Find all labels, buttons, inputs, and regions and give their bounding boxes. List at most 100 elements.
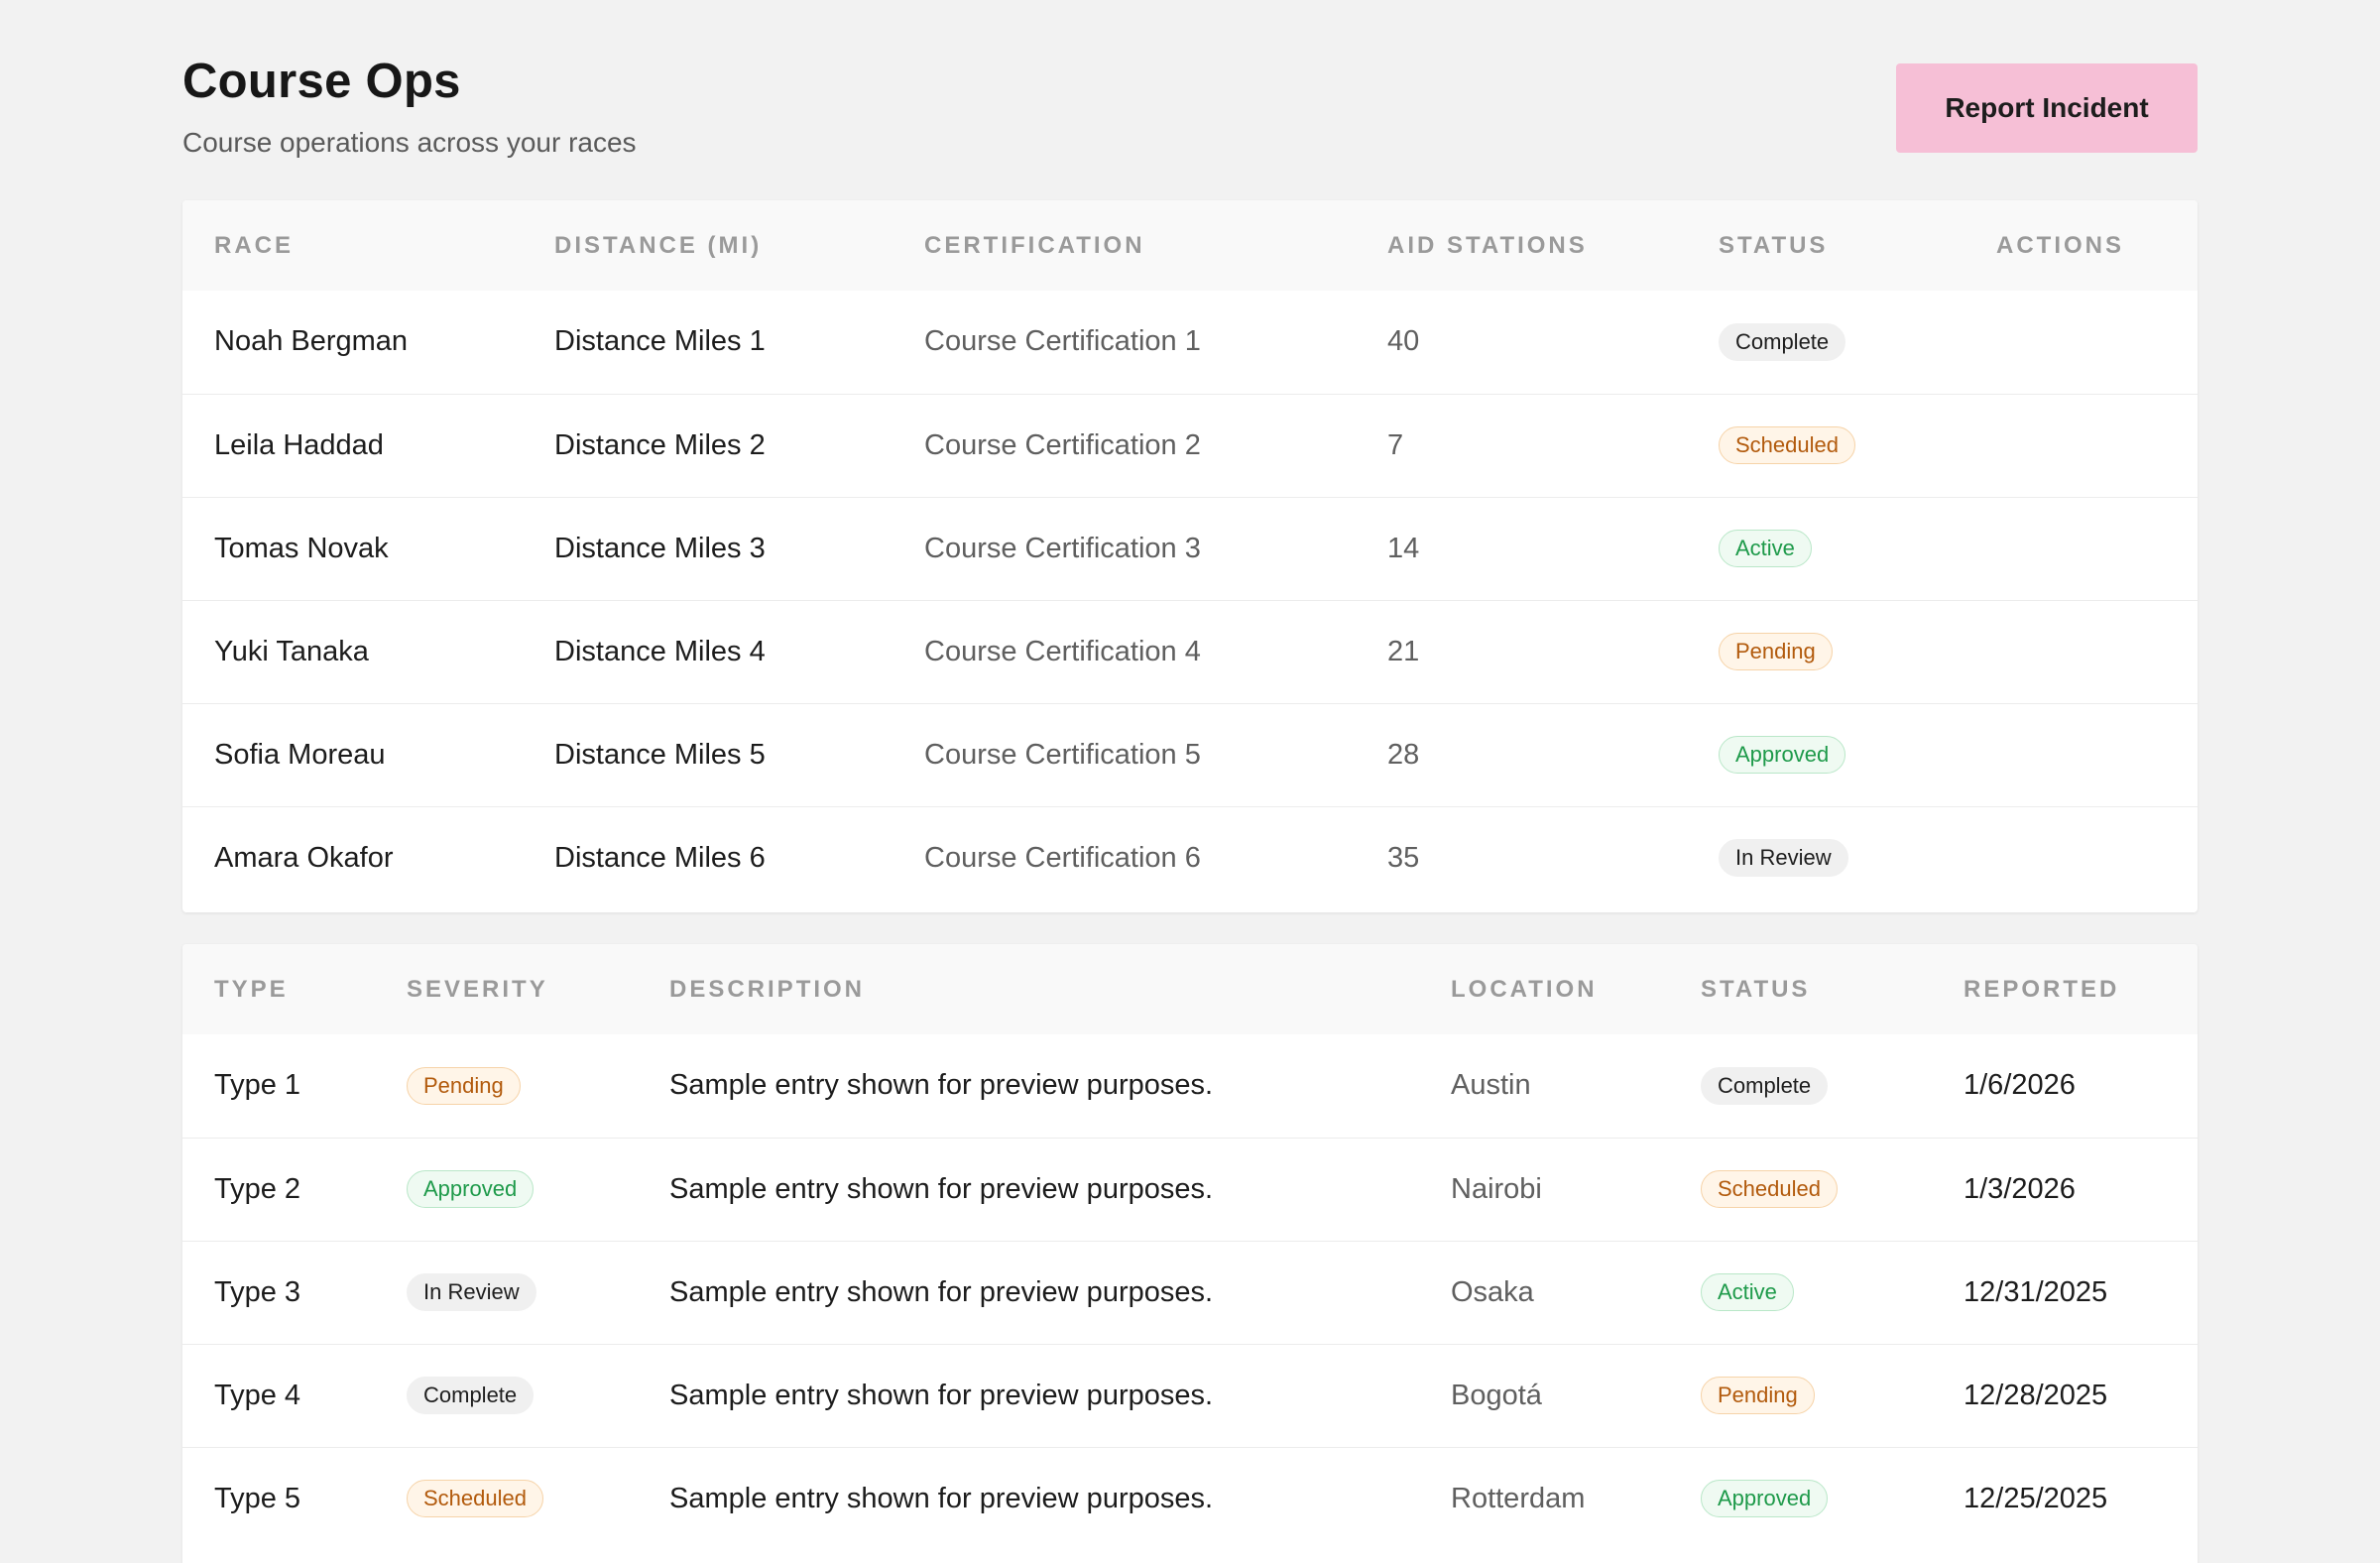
incident-reported: 1/3/2026: [1964, 1172, 2076, 1205]
race-certification: Course Certification 2: [924, 428, 1201, 461]
incidents-table-card: TYPE SEVERITY DESCRIPTION LOCATION STATU…: [182, 944, 2198, 1563]
status-badge: Complete: [1719, 322, 1846, 361]
incident-description: Sample entry shown for preview purposes.: [669, 1482, 1214, 1514]
incident-reported: 12/28/2025: [1964, 1379, 2108, 1411]
incidents-table: TYPE SEVERITY DESCRIPTION LOCATION STATU…: [182, 944, 2198, 1550]
race-certification: Course Certification 4: [924, 635, 1201, 667]
incident-type: Type 1: [214, 1069, 301, 1102]
table-row[interactable]: Type 3 In Review Sample entry shown for …: [182, 1241, 2198, 1344]
table-row[interactable]: Yuki Tanaka Distance Miles 4 Course Cert…: [182, 600, 2198, 703]
column-header-severity[interactable]: SEVERITY: [375, 944, 638, 1034]
severity-badge: In Review: [407, 1273, 536, 1311]
incident-type: Type 4: [214, 1379, 301, 1411]
race-certification: Course Certification 1: [924, 325, 1201, 358]
table-row[interactable]: Leila Haddad Distance Miles 2 Course Cer…: [182, 394, 2198, 497]
column-header-description[interactable]: DESCRIPTION: [638, 944, 1419, 1034]
status-badge: Pending: [1701, 1377, 1815, 1414]
incident-description: Sample entry shown for preview purposes.: [669, 1379, 1214, 1411]
column-header-race[interactable]: RACE: [182, 200, 523, 291]
row-actions: [1964, 703, 2198, 806]
incident-reported: 12/25/2025: [1964, 1482, 2108, 1514]
column-header-aid-stations[interactable]: AID STATIONS: [1356, 200, 1687, 291]
severity-badge: Complete: [407, 1377, 535, 1414]
incident-location: Nairobi: [1451, 1172, 1542, 1205]
incident-location: Bogotá: [1451, 1379, 1542, 1411]
race-aid-stations: 35: [1387, 841, 1420, 874]
row-actions: [1964, 394, 2198, 497]
incident-location: Osaka: [1451, 1275, 1534, 1308]
status-badge: Active: [1701, 1273, 1794, 1311]
table-row[interactable]: Amara Okafor Distance Miles 6 Course Cer…: [182, 806, 2198, 909]
race-certification: Course Certification 5: [924, 738, 1201, 771]
page-title: Course Ops: [182, 55, 461, 108]
status-badge: In Review: [1719, 839, 1848, 878]
table-row[interactable]: Noah Bergman Distance Miles 1 Course Cer…: [182, 291, 2198, 394]
incident-type: Type 3: [214, 1275, 301, 1308]
race-distance: Distance Miles 4: [554, 635, 766, 667]
report-incident-button[interactable]: Report Incident: [1896, 63, 2198, 153]
column-header-distance[interactable]: DISTANCE (MI): [523, 200, 892, 291]
column-header-certification[interactable]: CERTIFICATION: [892, 200, 1356, 291]
race-certification: Course Certification 3: [924, 532, 1201, 564]
incident-reported: 12/31/2025: [1964, 1275, 2108, 1308]
table-row[interactable]: Type 4 Complete Sample entry shown for p…: [182, 1344, 2198, 1447]
status-badge: Active: [1719, 530, 1812, 567]
page-header: Course Ops Course operations across your…: [182, 52, 637, 161]
incident-type: Type 2: [214, 1172, 301, 1205]
race-name: Tomas Novak: [214, 532, 389, 564]
race-aid-stations: 40: [1387, 325, 1420, 358]
table-row[interactable]: Type 1 Pending Sample entry shown for pr…: [182, 1034, 2198, 1138]
table-row[interactable]: Type 5 Scheduled Sample entry shown for …: [182, 1447, 2198, 1550]
column-header-location[interactable]: LOCATION: [1419, 944, 1669, 1034]
table-row[interactable]: Sofia Moreau Distance Miles 5 Course Cer…: [182, 703, 2198, 806]
column-header-status[interactable]: STATUS: [1669, 944, 1932, 1034]
row-actions: [1964, 600, 2198, 703]
incident-location: Rotterdam: [1451, 1482, 1586, 1514]
race-name: Noah Bergman: [214, 325, 409, 358]
column-header-actions: ACTIONS: [1996, 231, 2124, 259]
status-badge: Pending: [1719, 633, 1833, 670]
incident-description: Sample entry shown for preview purposes.: [669, 1275, 1214, 1308]
race-distance: Distance Miles 1: [554, 325, 766, 358]
races-table-header: RACE DISTANCE (MI) CERTIFICATION AID STA…: [182, 200, 2198, 291]
incident-location: Austin: [1451, 1069, 1531, 1102]
row-actions: [1964, 291, 2198, 394]
column-header-reported[interactable]: REPORTED: [1932, 944, 2198, 1034]
race-distance: Distance Miles 6: [554, 841, 766, 874]
race-distance: Distance Miles 2: [554, 428, 766, 461]
incident-description: Sample entry shown for preview purposes.: [669, 1069, 1214, 1102]
status-badge: Complete: [1701, 1066, 1829, 1105]
race-name: Yuki Tanaka: [214, 635, 369, 667]
races-table-card: RACE DISTANCE (MI) CERTIFICATION AID STA…: [182, 200, 2198, 912]
incident-reported: 1/6/2026: [1964, 1069, 2076, 1102]
column-header-type[interactable]: TYPE: [182, 944, 375, 1034]
race-distance: Distance Miles 5: [554, 738, 766, 771]
status-badge: Scheduled: [1701, 1170, 1838, 1208]
column-header-status[interactable]: STATUS: [1687, 200, 1964, 291]
race-aid-stations: 7: [1387, 428, 1404, 461]
incident-type: Type 5: [214, 1482, 301, 1514]
status-badge: Approved: [1719, 736, 1846, 774]
table-row[interactable]: Tomas Novak Distance Miles 3 Course Cert…: [182, 497, 2198, 600]
severity-badge: Scheduled: [407, 1480, 543, 1518]
severity-badge: Approved: [407, 1170, 535, 1208]
race-certification: Course Certification 6: [924, 841, 1201, 874]
race-aid-stations: 14: [1387, 532, 1420, 564]
incident-description: Sample entry shown for preview purposes.: [669, 1172, 1214, 1205]
race-name: Sofia Moreau: [214, 738, 386, 771]
row-actions: [1964, 497, 2198, 600]
table-row[interactable]: Type 2 Approved Sample entry shown for p…: [182, 1138, 2198, 1241]
row-actions: [1964, 806, 2198, 909]
race-name: Amara Okafor: [214, 841, 394, 874]
severity-badge: Pending: [407, 1066, 521, 1105]
page: Course Ops Course operations across your…: [0, 0, 2380, 1563]
race-name: Leila Haddad: [214, 428, 384, 461]
status-badge: Approved: [1701, 1480, 1829, 1518]
race-aid-stations: 21: [1387, 635, 1420, 667]
status-badge: Scheduled: [1719, 426, 1855, 464]
race-distance: Distance Miles 3: [554, 532, 766, 564]
race-aid-stations: 28: [1387, 738, 1420, 771]
incidents-table-header: TYPE SEVERITY DESCRIPTION LOCATION STATU…: [182, 944, 2198, 1034]
races-table: RACE DISTANCE (MI) CERTIFICATION AID STA…: [182, 200, 2198, 909]
page-subtitle: Course operations across your races: [182, 127, 637, 158]
